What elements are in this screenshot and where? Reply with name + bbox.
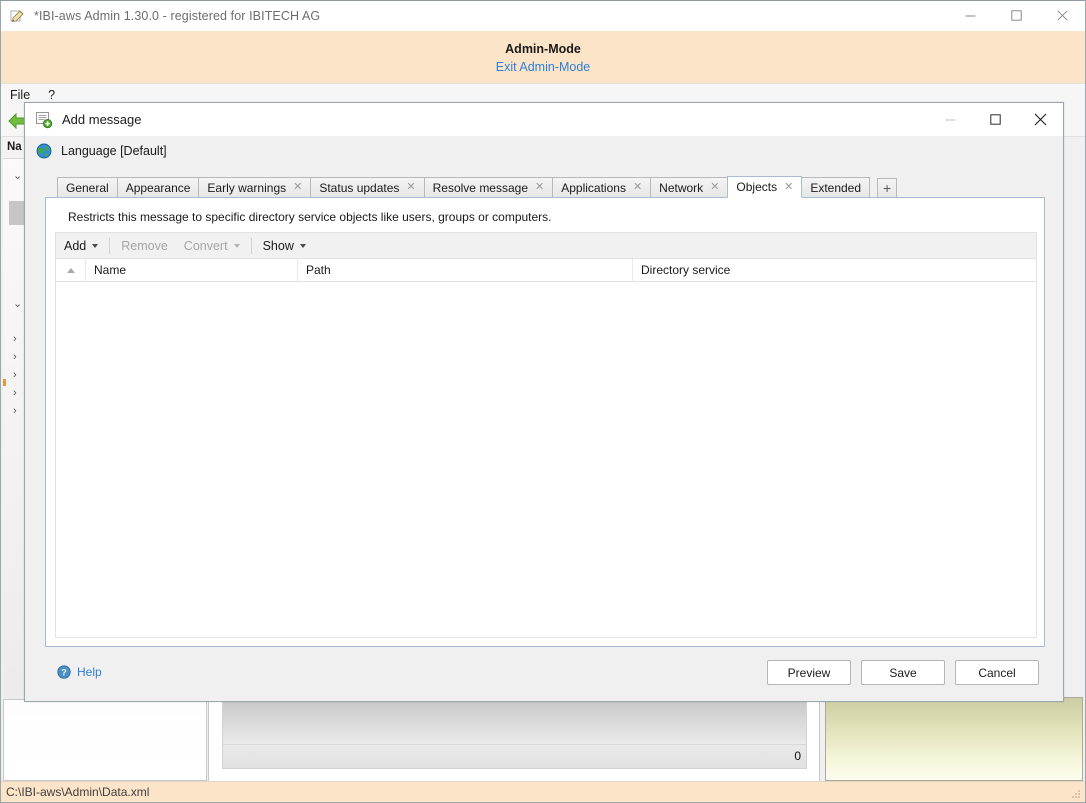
chevron-right-icon[interactable]: ›	[13, 369, 17, 381]
main-titlebar: *IBI-aws Admin 1.30.0 - registered for I…	[1, 1, 1085, 31]
convert-button[interactable]: Convert	[176, 233, 248, 258]
toolbar-separator	[251, 238, 252, 254]
chevron-down-icon[interactable]: ⌄	[13, 169, 22, 182]
maximize-icon[interactable]	[993, 1, 1039, 30]
tab-appearance[interactable]: Appearance	[117, 177, 200, 198]
dialog-footer: ? Help Preview Save Cancel	[25, 647, 1063, 701]
tabstrip: General Appearance Early warnings ✕ Stat…	[57, 176, 897, 198]
main-application-window: *IBI-aws Admin 1.30.0 - registered for I…	[0, 0, 1086, 803]
remove-button-label: Remove	[121, 239, 168, 253]
tab-close-icon[interactable]: ✕	[535, 182, 544, 193]
admin-mode-title: Admin-Mode	[1, 42, 1085, 56]
tab-label: Objects	[736, 180, 777, 194]
dialog-titlebar: Add message	[25, 103, 1063, 136]
column-header-path[interactable]: Path	[298, 259, 633, 282]
remove-button[interactable]: Remove	[113, 233, 176, 258]
sort-ascending-icon	[67, 268, 75, 273]
help-icon: ?	[57, 665, 71, 679]
add-message-icon	[35, 111, 53, 129]
tab-label: Applications	[561, 181, 626, 195]
tab-close-icon[interactable]: ✕	[710, 182, 719, 193]
objects-table: Name Path Directory service	[55, 259, 1037, 638]
help-link[interactable]: ? Help	[57, 665, 102, 679]
cancel-button[interactable]: Cancel	[955, 660, 1039, 685]
add-message-dialog: Add message	[24, 102, 1064, 702]
tab-network[interactable]: Network ✕	[650, 177, 728, 198]
language-row: Language [Default]	[25, 136, 1063, 166]
show-button-label: Show	[263, 239, 294, 253]
center-grid: 0	[222, 701, 807, 769]
admin-mode-banner: Admin-Mode Exit Admin-Mode	[1, 31, 1085, 84]
svg-text:?: ?	[61, 667, 67, 677]
tab-close-icon[interactable]: ✕	[633, 182, 642, 193]
chevron-down-icon	[234, 244, 240, 248]
dialog-title: Add message	[62, 112, 142, 127]
close-icon[interactable]	[1039, 1, 1085, 30]
chevron-down-icon	[300, 244, 306, 248]
language-label: Language [Default]	[61, 144, 167, 158]
maximize-icon[interactable]	[973, 103, 1018, 135]
preview-button[interactable]: Preview	[767, 660, 851, 685]
table-body[interactable]	[56, 282, 1036, 637]
chevron-down-icon	[92, 244, 98, 248]
minimize-icon[interactable]	[947, 1, 993, 30]
save-button[interactable]: Save	[861, 660, 945, 685]
column-header-sort[interactable]	[56, 259, 86, 282]
tab-close-icon[interactable]: ✕	[784, 182, 793, 193]
objects-tab-panel: Restricts this message to specific direc…	[45, 197, 1045, 647]
dialog-window-controls	[928, 103, 1063, 135]
tab-label: Appearance	[126, 181, 191, 195]
tab-extended[interactable]: Extended	[801, 177, 870, 198]
close-icon[interactable]	[1018, 103, 1063, 135]
convert-button-label: Convert	[184, 239, 228, 253]
tab-general[interactable]: General	[57, 177, 118, 198]
statusbar: C:\IBI-aws\Admin\Data.xml	[1, 781, 1085, 802]
chevron-down-icon[interactable]: ⌄	[13, 297, 22, 310]
statusbar-path: C:\IBI-aws\Admin\Data.xml	[6, 785, 149, 799]
add-button[interactable]: Add	[56, 233, 106, 258]
chevron-right-icon[interactable]: ›	[13, 333, 17, 345]
add-button-label: Add	[64, 239, 86, 253]
tab-label: Status updates	[319, 181, 399, 195]
toolbar-separator	[109, 238, 110, 254]
tab-label: Extended	[810, 181, 861, 195]
tab-status-updates[interactable]: Status updates ✕	[310, 177, 424, 198]
tab-label: Network	[659, 181, 703, 195]
panel-description: Restricts this message to specific direc…	[68, 210, 552, 224]
lower-left-panel	[3, 699, 207, 781]
tab-early-warnings[interactable]: Early warnings ✕	[198, 177, 311, 198]
add-tab-button[interactable]: +	[877, 178, 897, 198]
column-header-directory-service[interactable]: Directory service	[633, 259, 1036, 282]
app-title: *IBI-aws Admin 1.30.0 - registered for I…	[34, 9, 320, 23]
right-preview-panel	[825, 697, 1083, 781]
window-controls	[947, 1, 1085, 30]
globe-icon	[36, 143, 52, 159]
tab-objects[interactable]: Objects ✕	[727, 176, 802, 198]
column-header-name[interactable]: Name	[86, 259, 298, 282]
tab-label: General	[66, 181, 109, 195]
tab-applications[interactable]: Applications ✕	[552, 177, 651, 198]
tab-close-icon[interactable]: ✕	[293, 182, 302, 193]
footer-buttons: Preview Save Cancel	[767, 660, 1039, 685]
tab-resolve-message[interactable]: Resolve message ✕	[424, 177, 554, 198]
record-count: 0	[794, 749, 801, 763]
center-grid-footer: 0	[223, 744, 806, 768]
resize-grip-icon[interactable]	[1070, 788, 1082, 800]
pen-document-icon	[10, 8, 26, 24]
center-panel: 0	[208, 697, 820, 781]
show-button[interactable]: Show	[255, 233, 314, 258]
minimize-icon[interactable]	[928, 103, 973, 135]
exit-admin-mode-link[interactable]: Exit Admin-Mode	[1, 60, 1085, 74]
tab-label: Resolve message	[433, 181, 528, 195]
table-header-row: Name Path Directory service	[56, 259, 1036, 282]
tree-status-marker	[3, 379, 6, 386]
help-label: Help	[77, 665, 102, 679]
chevron-right-icon[interactable]: ›	[13, 387, 17, 399]
tab-close-icon[interactable]: ✕	[406, 182, 415, 193]
objects-toolbar: Add Remove Convert Show	[55, 232, 1037, 259]
chevron-right-icon[interactable]: ›	[13, 351, 17, 363]
chevron-right-icon[interactable]: ›	[13, 405, 17, 417]
tab-label: Early warnings	[207, 181, 286, 195]
